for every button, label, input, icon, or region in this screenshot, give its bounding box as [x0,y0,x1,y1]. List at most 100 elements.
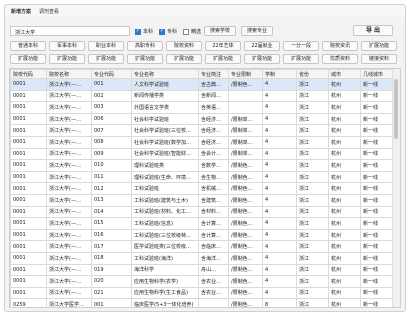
tab-adjust-view[interactable]: 调剂查看 [39,8,59,15]
table-cell: 浙江大学(—… [46,228,92,242]
table-row[interactable]: 0001 浙江大学(—… 010 理科试验班类 含数学…/限制色… 4 浙江 杭州 新一线 [10,159,395,172]
table-cell: 浙江大学(—… [46,101,92,114]
table-cell: 020 [91,275,132,288]
col-header[interactable]: 专业限制 [228,69,263,79]
btn-higher-vocational[interactable]: 高职专科 [127,41,163,51]
table-row[interactable]: 0001 浙江大学(—… 014 工科试验班(材料、化工… 含材料…/限制色… 4 浙江 杭州… [10,205,395,219]
filter-undergrad-checkbox[interactable]: ✓ 本科 [135,28,153,35]
table-cell: /限制色… [228,78,263,91]
btn-link-materials[interactable]: 链接资料 [361,54,397,64]
table-cell: 含数学… [198,159,229,172]
table-row[interactable]: 0001 浙江大学(—… 018 工科试验班(海洋) 含海洋…/限制色… 4 浙江 杭州 新一线 [10,251,395,265]
table-cell: 杭州 [328,101,361,114]
col-header[interactable]: 专业名称 [131,69,199,79]
table-cell: /限制色… [228,298,263,307]
table-row[interactable]: 0001 浙江大学(—… 020 应用生物科学(农学) 含农业…/限制色… 4 浙江 杭州 新一… [10,275,395,288]
col-header[interactable]: 院校代码 [10,69,47,79]
table-row[interactable]: 0001 浙江大学(—… 001 人文科学试验班 含古典…/限制色… 4 浙江 杭州 新一线 [10,78,395,91]
table-row[interactable]: 0001 浙江大学(—… 006 社会科学试验班 含经济…/限制单… 4 浙江 杭州 新一线 [10,112,395,126]
table-cell: 浙江 [296,112,329,126]
table-cell: 含材料… [198,205,229,219]
btn-employment-22[interactable]: 22届就业 [244,41,280,51]
table-cell: /限制色… [228,205,263,219]
btn-extension[interactable]: 扩展功能 [10,54,46,64]
table-cell: 含海洋… [198,251,229,265]
search-school-button[interactable]: 搜索学校 [204,26,236,36]
table-row[interactable]: 0001 浙江大学(—… 021 应用生物科学(生工食品) 含农业…/限制色… 4 浙江 杭州… [10,286,395,300]
btn-extension[interactable]: 扩展功能 [127,54,163,64]
school-search-input[interactable]: 浙江大学 [10,26,130,36]
table-row[interactable]: 0001 浙江大学(—… 007 社会科学试验班(三位校… 含经济…/限制单… 4 浙江 杭州… [10,124,395,137]
table-cell: 4 [262,286,297,300]
scrollbar-thumb[interactable] [394,79,398,139]
table-row[interactable]: 0001 浙江大学(—… 011 理科试验班(生命、环境… 含生物…/限制色… 4 浙江 杭州… [10,170,395,184]
table-row[interactable]: 0001 浙江大学(—… 015 工科试验班(信息) 含计算…/限制色… 4 浙江 杭州 新一线 [10,217,395,230]
table-cell: 工科试验班(信息) [131,217,199,230]
filter-featured-checkbox[interactable]: 精选 [183,28,201,35]
tab-new-plan[interactable]: 新增方案 [11,8,31,15]
table-cell: 临床医学(5+3一体化培养) [131,298,199,307]
btn-art-sports-22[interactable]: 22年艺体 [205,41,241,51]
table-cell: 杭州 [328,124,361,137]
table-cell: 0001 [10,240,47,253]
table-cell: 0001 [10,263,47,277]
table-cell: 杭州 [328,240,361,253]
table-row[interactable]: 0001 浙江大学(—… 003 外国语言文学类 含英语… 4 浙江 杭州 新一线 [10,101,395,114]
table-cell: 0001 [10,112,47,126]
btn-school-info[interactable]: 院校资料 [166,41,202,51]
btn-extension[interactable]: 扩展功能 [166,54,202,64]
search-major-button[interactable]: 搜索专业 [241,26,273,36]
vertical-scrollbar[interactable] [392,69,400,307]
col-header[interactable]: 学制 [262,69,297,79]
table-cell: 4 [262,251,297,265]
table-cell: /限制色… [228,217,263,230]
table-cell: /限制色… [228,170,263,184]
btn-military-undergrad[interactable]: 军事本科 [49,41,85,51]
table-cell: 浙江大学(—… [46,251,92,265]
col-header[interactable]: 城市 [328,69,361,79]
btn-vocational-undergrad[interactable]: 职业本科 [88,41,124,51]
btn-extension[interactable]: 扩展功能 [88,54,124,64]
btn-score-rank[interactable]: 一分一段 [283,41,319,51]
btn-school-news[interactable]: 院校资讯 [322,41,358,51]
col-header[interactable]: 专业代码 [91,69,132,79]
col-header[interactable]: 几线城市 [360,69,395,79]
table-cell: 021 [91,286,132,300]
btn-extension[interactable]: 扩展功能 [283,54,319,64]
table-cell: 含生物… [198,170,229,184]
table-cell: /限制单… [228,147,263,161]
btn-extension[interactable]: 扩展功能 [205,54,241,64]
col-header[interactable]: 院校名称 [46,69,92,79]
table-cell: 杭州 [328,251,361,265]
table-cell: 含新闻… [198,89,229,103]
table-row[interactable]: 0001 浙江大学(—… 012 工科试验班 含机械…/限制色… 4 浙江 杭州 新一线 [10,182,395,195]
table-cell: 012 [91,182,132,195]
export-button[interactable]: 导 出 [353,25,393,36]
table-cell: 杭州 [328,275,361,288]
table-row[interactable]: 0001 浙江大学(—… 013 工科试验班(建筑与土木) 含建筑…/限制色… 4 浙江 杭州… [10,193,395,207]
table-cell: 杭州 [328,298,361,307]
table-cell: 001 [91,298,132,307]
table-row[interactable]: 0001 浙江大学(—… 002 新闻传播学类 含新闻… 4 浙江 杭州 新一线 [10,89,395,103]
btn-extension[interactable]: 扩展功能 [361,41,397,51]
table-row[interactable]: 0001 浙江大学(—… 019 海洋科学 舟山…/限制色… 4 浙江 杭州 新一线 [10,263,395,277]
btn-extension[interactable]: 扩展功能 [49,54,85,64]
table-cell: 含建筑… [198,193,229,207]
filter-college-checkbox[interactable]: ✓ 专科 [159,28,177,35]
table-row[interactable]: 0001 浙江大学(—… 017 医学试验班类(三位校级… 含临床…/限制色… 4 浙江 杭州… [10,240,395,253]
table-cell: 含计算… [198,228,229,242]
table-row[interactable]: 0001 浙江大学(—… 008 社会科学试验班(数学加… 含经济…/限制单… 4 浙江 杭州… [10,135,395,149]
table-cell: 浙江大学(—… [46,147,92,161]
btn-quality-materials[interactable]: 优质资料 [322,54,358,64]
btn-regular-undergrad[interactable]: 普通本科 [10,41,46,51]
table-cell: 新一线 [360,124,395,137]
table-row[interactable]: 0259 浙江大学医学… 001 临床医学(5+3一体化培养) /限制色… 8 浙江 杭州 新一… [10,298,395,307]
table-cell: 浙江大学(—… [46,170,92,184]
col-header[interactable]: 专业简注 [198,69,229,79]
table-cell: 新一线 [360,78,395,91]
col-header[interactable]: 省份 [296,69,329,79]
btn-extension[interactable]: 扩展功能 [244,54,280,64]
table-row[interactable]: 0001 浙江大学(—… 016 工科试验班(三位校级特… 含计算…/限制色… 4 浙江 杭州… [10,228,395,242]
table-cell: 浙江 [296,159,329,172]
table-row[interactable]: 0001 浙江大学(—… 009 社会科学试验班(智能财… 含会计…/限制单… 4 浙江 杭州… [10,147,395,161]
